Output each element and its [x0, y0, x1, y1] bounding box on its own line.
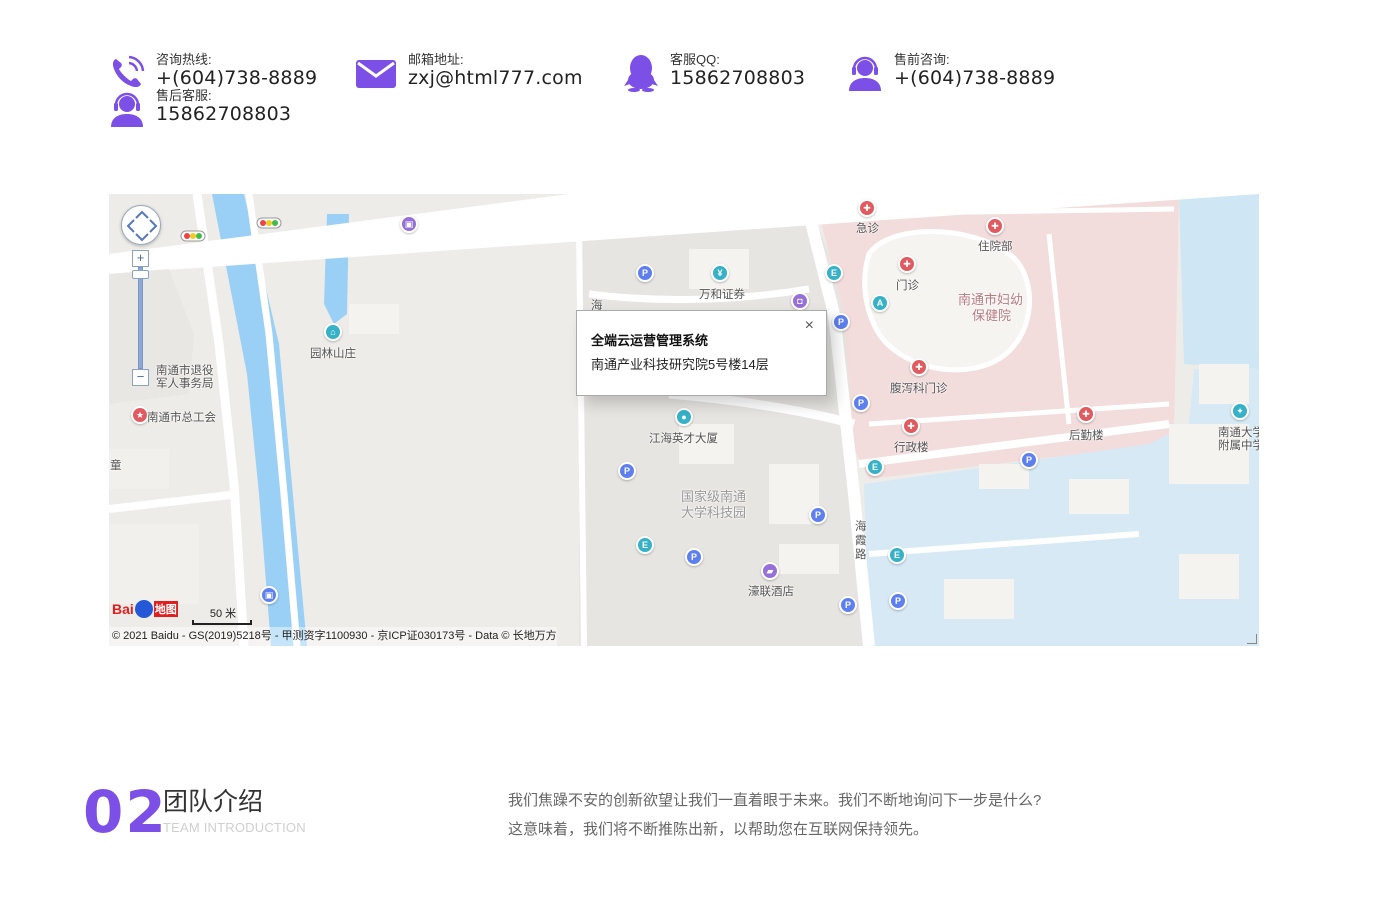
contact-value[interactable]: 15862708803 — [670, 67, 805, 89]
contact-label: 客服QQ: — [670, 52, 720, 67]
place-label: 万和证券 — [699, 287, 745, 301]
hospital-icon[interactable]: ✚ — [902, 417, 920, 435]
contact-value[interactable]: 15862708803 — [156, 103, 291, 125]
parking-icon[interactable]: P — [618, 462, 636, 480]
contact-value[interactable]: zxj@html777.com — [408, 67, 583, 89]
parking-icon[interactable]: P — [852, 394, 870, 412]
atm-icon[interactable]: E — [825, 264, 843, 282]
place-label: 童 — [110, 458, 122, 472]
scale-bar — [192, 620, 252, 625]
place-label: 附属中学 — [1218, 438, 1259, 452]
place-label: 行政楼 — [894, 440, 929, 454]
zoom-slider-handle[interactable] — [132, 270, 149, 279]
parking-icon[interactable]: P — [1020, 451, 1038, 469]
atm-icon[interactable]: E — [636, 536, 654, 554]
residence-icon[interactable]: ⌂ — [324, 323, 342, 341]
info-window-address: 南通产业科技研究院5号楼14层 — [591, 357, 769, 372]
logo-text: Bai — [112, 601, 134, 617]
phone-icon — [108, 54, 146, 92]
place-label: 南通市妇幼 — [958, 293, 1024, 308]
zoom-in-button[interactable]: + — [132, 250, 149, 267]
contact-hotline: 咨询热线: +(604)738-8889 — [108, 52, 317, 92]
hotel-icon[interactable]: ▰ — [761, 562, 779, 580]
map-copyright: © 2021 Baidu - GS(2019)5218号 - 甲测资字11009… — [109, 627, 557, 646]
atm-icon[interactable]: E — [866, 458, 884, 476]
qq-penguin-icon — [622, 54, 660, 92]
atm-icon[interactable]: E — [888, 546, 906, 564]
baidu-logo[interactable]: Bai 地图 — [112, 600, 178, 618]
place-label: 急诊 — [856, 221, 879, 235]
contact-presales: 售前咨询: +(604)738-8889 — [846, 52, 1055, 92]
location-marker-icon[interactable]: ● — [675, 408, 693, 426]
zoom-slider-track[interactable] — [138, 267, 143, 369]
place-label: 南通市总工会 — [147, 410, 216, 424]
parking-icon[interactable]: P — [685, 548, 703, 566]
parking-icon[interactable]: P — [809, 506, 827, 524]
bus-stop-icon[interactable]: ▣ — [400, 215, 418, 233]
road-label: 路 — [855, 547, 867, 561]
contact-value[interactable]: +(604)738-8889 — [894, 67, 1055, 89]
description-line: 我们焦躁不安的创新欲望让我们一直着眼于未来。我们不断地询问下一步是什么? — [508, 792, 1042, 809]
close-icon[interactable]: × — [805, 317, 814, 335]
contact-aftersales: 售后客服: 15862708803 — [108, 88, 291, 128]
contact-email: 邮箱地址: zxj@html777.com — [354, 52, 583, 92]
place-label: 园林山庄 — [310, 346, 356, 360]
place-label: 江海英才大厦 — [649, 431, 718, 445]
map-info-window: 全端云运营管理系统 南通产业科技研究院5号楼14层 × — [576, 310, 827, 396]
hospital-icon[interactable]: ✚ — [986, 217, 1004, 235]
contact-label: 咨询热线: — [156, 52, 212, 67]
baidu-map[interactable]: ▣ P ¥ ◘ E P ⌂ ★ P E P P ▰ P ▣ P P E E P … — [109, 194, 1259, 646]
info-window-title: 全端云运营管理系统 — [591, 333, 709, 348]
logo-text: 地图 — [153, 601, 178, 617]
parking-icon[interactable]: P — [636, 264, 654, 282]
bank-icon[interactable]: ¥ — [711, 264, 729, 282]
place-label: 后勤楼 — [1069, 428, 1104, 442]
section-number: 02 — [83, 778, 168, 846]
paw-logo-icon — [134, 600, 153, 618]
headset-agent-icon — [108, 90, 146, 128]
school-icon[interactable]: ✦ — [1231, 402, 1249, 420]
parking-icon[interactable]: P — [889, 592, 907, 610]
atm-icon[interactable]: A — [871, 294, 889, 312]
section-title: 团队介绍 — [163, 788, 264, 816]
description-line: 这意味着，我们将不断推陈出新，以帮助您在互联网保持领先。 — [508, 821, 929, 838]
scale-label: 50 米 — [209, 608, 237, 620]
pan-arrows-icon — [126, 210, 158, 242]
place-label: 军人事务局 — [156, 376, 214, 390]
contact-label: 售前咨询: — [894, 52, 950, 67]
contact-qq: 客服QQ: 15862708803 — [622, 52, 805, 92]
hospital-icon[interactable]: ✚ — [898, 255, 916, 273]
place-label: 大学科技园 — [681, 506, 747, 521]
place-label: 濠联酒店 — [748, 584, 794, 598]
headset-agent-icon — [846, 54, 884, 92]
place-label: 腹泻科门诊 — [890, 381, 948, 395]
section-subtitle: TEAM INTRODUCTION — [163, 820, 306, 835]
envelope-icon — [354, 54, 398, 92]
contact-value[interactable]: +(604)738-8889 — [156, 67, 317, 89]
contact-label: 售后客服: — [156, 88, 212, 103]
zoom-out-button[interactable]: − — [132, 369, 149, 386]
hospital-icon[interactable]: ✚ — [1077, 405, 1095, 423]
parking-icon[interactable]: P — [839, 596, 857, 614]
shopping-icon[interactable]: ◘ — [791, 292, 809, 310]
place-label: 门诊 — [896, 278, 919, 292]
contact-label: 邮箱地址: — [408, 52, 464, 67]
section-description: 我们焦躁不安的创新欲望让我们一直着眼于未来。我们不断地询问下一步是什么? 这意味… — [508, 786, 1128, 844]
bus-stop-icon[interactable]: ▣ — [260, 586, 278, 604]
parking-icon[interactable]: P — [832, 313, 850, 331]
hospital-icon[interactable]: ✚ — [858, 199, 876, 217]
hospital-icon[interactable]: ✚ — [910, 358, 928, 376]
place-label: 保健院 — [972, 309, 1012, 324]
place-label: 国家级南通 — [681, 490, 747, 505]
pan-control[interactable] — [121, 205, 161, 245]
place-label: 住院部 — [978, 239, 1013, 253]
resize-icon[interactable] — [1247, 634, 1257, 644]
